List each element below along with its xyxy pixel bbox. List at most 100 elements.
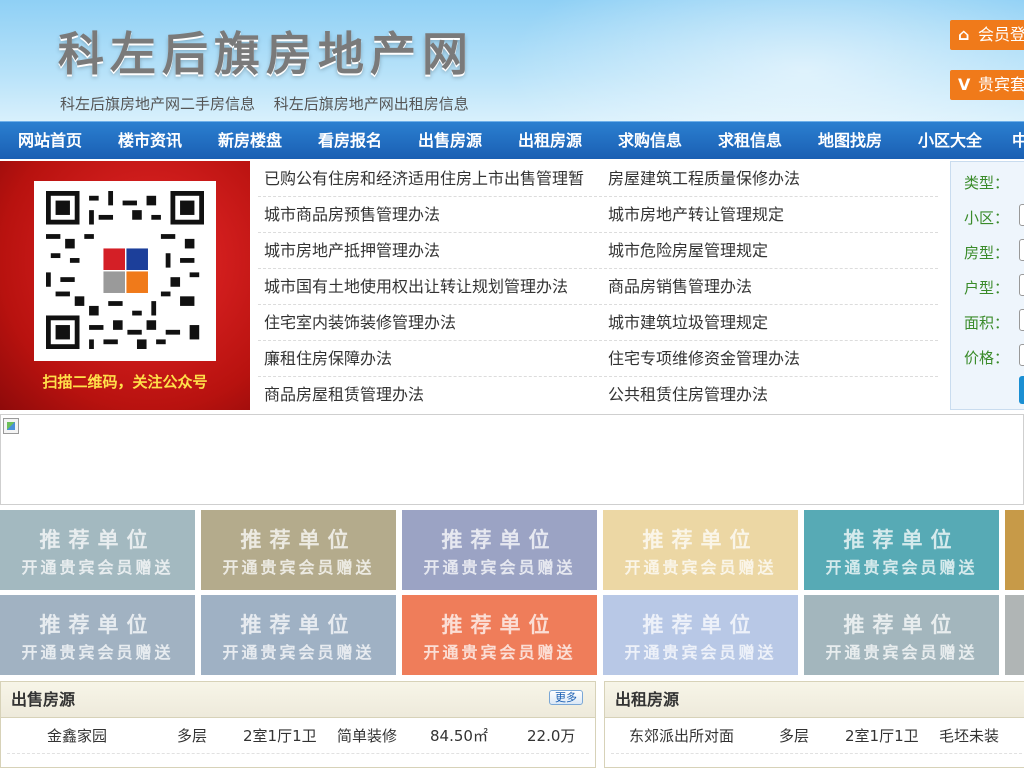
panel-header: 出租房源 — [605, 682, 1024, 718]
nav-viewing-signup[interactable]: 看房报名 — [300, 122, 400, 160]
site-header: 科左后旗房地产网 科左后旗房地产网二手房信息 科左后旗房地产网出租房信息 ⌂ 会员… — [0, 0, 1024, 121]
policy-row: 廉租住房保障办法 住宅专项维修资金管理办法 — [258, 341, 938, 377]
community-input[interactable] — [1019, 204, 1024, 226]
policy-link[interactable]: 城市危险房屋管理规定 — [608, 233, 928, 269]
policy-row: 已购公有住房和经济适用住房上市出售管理暂 房屋建筑工程质量保修办法 — [258, 161, 938, 197]
policy-link[interactable]: 廉租住房保障办法 — [264, 341, 594, 377]
qr-code-image — [46, 191, 204, 349]
room-type-select[interactable] — [1019, 239, 1024, 261]
policy-link[interactable]: 公共租赁住房管理办法 — [608, 377, 928, 413]
recommend-tile[interactable] — [1005, 510, 1024, 590]
recommend-tile[interactable]: 推荐单位 开通贵宾会员赠送 — [603, 595, 798, 675]
nav-more[interactable]: 中 — [1000, 122, 1024, 160]
recommend-tile[interactable]: 推荐单位 开通贵宾会员赠送 — [201, 510, 396, 590]
tile-title: 推荐单位 — [39, 528, 156, 552]
nav-for-rent[interactable]: 出租房源 — [500, 122, 600, 160]
area-label: 面积： — [964, 314, 1010, 332]
layout-select[interactable] — [1019, 274, 1024, 296]
vip-package-button[interactable]: V 贵宾套 — [950, 70, 1024, 100]
qr-banner[interactable]: 扫描二维码，关注公众号 — [0, 161, 250, 410]
main-nav: 网站首页 楼市资讯 新房楼盘 看房报名 出售房源 出租房源 求购信息 求租信息 … — [0, 121, 1024, 159]
tile-title: 推荐单位 — [39, 613, 156, 637]
tile-title: 推荐单位 — [441, 613, 558, 637]
recommend-tile[interactable]: 推荐单位开通贵宾会员赠送 — [603, 510, 798, 590]
member-login-button[interactable]: ⌂ 会员登 — [950, 20, 1024, 50]
recommend-tile[interactable]: 推荐单位 开通贵宾会员赠送 — [0, 595, 195, 675]
qr-caption: 扫描二维码，关注公众号 — [42, 373, 208, 391]
price-select[interactable] — [1019, 344, 1024, 366]
listing-layout: 2室1厅1卫 — [845, 727, 919, 745]
rental-link[interactable]: 科左后旗房地产网出租房信息 — [274, 95, 469, 113]
nav-for-sale[interactable]: 出售房源 — [400, 122, 500, 160]
listing-community[interactable]: 东郊派出所对面 — [629, 718, 734, 754]
policy-row: 住宅室内装饰装修管理办法 城市建筑垃圾管理规定 — [258, 305, 938, 341]
site-title[interactable]: 科左后旗房地产网 — [58, 18, 474, 84]
recommend-tile[interactable]: 推荐单位 开通贵宾会员赠送 — [201, 595, 396, 675]
recommend-tile[interactable] — [1005, 595, 1024, 675]
policy-link[interactable]: 商品房屋租赁管理办法 — [264, 377, 594, 413]
policy-link[interactable]: 城市国有土地使用权出让转让规划管理办法 — [264, 269, 594, 305]
nav-wanted-rent[interactable]: 求租信息 — [700, 122, 800, 160]
nav-new-homes[interactable]: 新房楼盘 — [200, 122, 300, 160]
policy-link[interactable]: 住宅室内装饰装修管理办法 — [264, 305, 594, 341]
recommend-tile[interactable]: 推荐单位开通贵宾会员赠送 — [402, 595, 597, 675]
tile-subtitle: 开通贵宾会员赠送 — [825, 558, 978, 577]
nav-map-search[interactable]: 地图找房 — [800, 122, 900, 160]
listing-decoration: 毛坯未装 — [939, 727, 1000, 745]
policy-row: 城市房地产抵押管理办法 城市危险房屋管理规定 — [258, 233, 938, 269]
panel-title: 出售房源 — [11, 690, 76, 709]
panel-header: 出售房源 更多 — [1, 682, 595, 718]
tile-title: 推荐单位 — [240, 613, 357, 637]
tile-subtitle: 开通贵宾会员赠送 — [21, 558, 174, 577]
listing-row[interactable]: 东郊派出所对面 多层 2室1厅1卫 毛坯未装 — [611, 718, 1024, 754]
policy-link[interactable]: 城市房地产抵押管理办法 — [264, 233, 594, 269]
listing-row[interactable] — [7, 754, 589, 767]
more-button[interactable]: 更多 — [549, 690, 583, 705]
policy-link[interactable]: 住宅专项维修资金管理办法 — [608, 341, 928, 377]
recommend-tile[interactable]: 推荐单位 开通贵宾会员赠送 — [804, 595, 999, 675]
policy-row: 商品房屋租赁管理办法 公共租赁住房管理办法 — [258, 377, 938, 413]
nav-communities[interactable]: 小区大全 — [900, 122, 1000, 160]
vip-package-label: 贵宾套 — [978, 75, 1024, 94]
listing-building-type: 多层 — [779, 727, 810, 745]
nav-market-news[interactable]: 楼市资讯 — [100, 122, 200, 160]
tile-title: 推荐单位 — [240, 528, 357, 552]
tile-title: 推荐单位 — [642, 528, 759, 552]
type-label: 类型： — [964, 174, 1010, 192]
room-type-label: 房型： — [964, 244, 1010, 262]
policy-link[interactable]: 城市房地产转让管理规定 — [608, 197, 928, 233]
tile-subtitle: 开通贵宾会员赠送 — [624, 558, 777, 577]
community-label: 小区： — [964, 209, 1010, 227]
tile-title: 推荐单位 — [441, 528, 558, 552]
listing-decoration: 简单装修 — [337, 727, 398, 745]
price-label: 价格： — [964, 349, 1010, 367]
policy-link[interactable]: 商品房销售管理办法 — [608, 269, 928, 305]
for-sale-panel: 出售房源 更多 金鑫家园 多层 2室1厅1卫 简单装修 84.50㎡ 22.0万 — [0, 681, 596, 768]
listing-row[interactable]: 金鑫家园 多层 2室1厅1卫 简单装修 84.50㎡ 22.0万 — [7, 718, 589, 754]
for-rent-panel: 出租房源 东郊派出所对面 多层 2室1厅1卫 毛坯未装 — [604, 681, 1024, 768]
tile-subtitle: 开通贵宾会员赠送 — [423, 558, 576, 577]
tile-subtitle: 开通贵宾会员赠送 — [423, 643, 576, 662]
panel-title: 出租房源 — [615, 690, 680, 709]
layout-label: 户型： — [964, 279, 1010, 297]
listing-community[interactable]: 金鑫家园 — [47, 718, 107, 754]
recommend-tile[interactable]: 推荐单位开通贵宾会员赠送 — [804, 510, 999, 590]
tile-subtitle: 开通贵宾会员赠送 — [825, 643, 978, 662]
search-submit-button[interactable] — [1019, 376, 1024, 404]
policy-link[interactable]: 城市商品房预售管理办法 — [264, 197, 594, 233]
ad-banner[interactable] — [0, 414, 1024, 505]
nav-home[interactable]: 网站首页 — [0, 122, 100, 160]
second-hand-link[interactable]: 科左后旗房地产网二手房信息 — [60, 95, 255, 113]
policy-link[interactable]: 城市建筑垃圾管理规定 — [608, 305, 928, 341]
tile-title: 推荐单位 — [843, 528, 960, 552]
policy-link[interactable]: 房屋建筑工程质量保修办法 — [608, 161, 928, 197]
policy-link[interactable]: 已购公有住房和经济适用住房上市出售管理暂 — [264, 161, 594, 197]
area-select[interactable] — [1019, 309, 1024, 331]
listing-building-type: 多层 — [177, 727, 208, 745]
listing-area: 84.50㎡ — [430, 727, 488, 745]
recommend-tile[interactable]: 推荐单位开通贵宾会员赠送 — [402, 510, 597, 590]
listing-layout: 2室1厅1卫 — [243, 727, 317, 745]
nav-wanted-buy[interactable]: 求购信息 — [600, 122, 700, 160]
listing-row[interactable] — [611, 754, 1024, 767]
recommend-tile[interactable]: 推荐单位开通贵宾会员赠送 — [0, 510, 195, 590]
